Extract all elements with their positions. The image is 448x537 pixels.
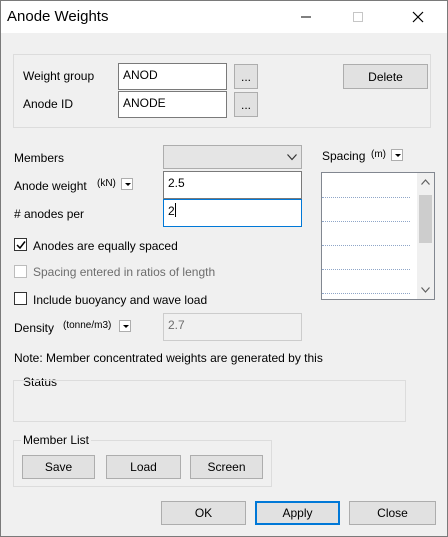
checkmark-icon	[16, 241, 26, 250]
members-label: Members	[14, 151, 65, 165]
chevron-up-icon[interactable]	[421, 179, 430, 185]
chevron-down-icon[interactable]	[421, 287, 430, 293]
buoyancy-checkbox[interactable]	[14, 292, 27, 305]
anode-weight-input[interactable]: 2.5	[163, 171, 302, 199]
anode-weight-unit-dropdown[interactable]	[121, 178, 133, 190]
member-list-label: Member List	[21, 433, 92, 447]
list-item[interactable]	[322, 269, 410, 294]
spacing-unit: (m)	[371, 149, 386, 160]
density-unit: (tonne/m3)	[63, 320, 112, 331]
list-item[interactable]	[322, 221, 410, 246]
density-unit-dropdown[interactable]	[119, 320, 131, 332]
note-text: Note: Member concentrated weights are ge…	[14, 351, 323, 365]
maximize-icon	[353, 12, 363, 22]
buoyancy-label[interactable]: Include buoyancy and wave load	[33, 293, 207, 307]
spacing-label: Spacing	[322, 149, 366, 163]
scroll-thumb[interactable]	[419, 195, 432, 243]
list-item[interactable]	[322, 245, 410, 270]
anode-weight-unit: (kN)	[97, 178, 116, 189]
close-window-button[interactable]	[395, 1, 441, 33]
text-cursor	[174, 203, 176, 217]
anodes-per-label: # anodes per	[14, 207, 85, 221]
anode-id-browse-button[interactable]: ...	[234, 92, 258, 117]
title-bar: Anode Weights	[1, 1, 447, 33]
anode-id-label: Anode ID	[23, 97, 74, 111]
weight-group-input[interactable]: ANOD	[118, 63, 227, 90]
spacing-ratios-label: Spacing entered in ratios of length	[33, 265, 216, 279]
members-dropdown[interactable]	[163, 145, 302, 169]
apply-button[interactable]: Apply	[255, 501, 340, 525]
status-box	[13, 380, 406, 422]
minimize-icon	[301, 16, 311, 18]
anodes-per-input[interactable]: 2	[163, 199, 302, 227]
equally-spaced-checkbox[interactable]	[14, 238, 27, 251]
close-icon	[412, 11, 424, 23]
equally-spaced-label[interactable]: Anodes are equally spaced	[33, 239, 178, 253]
density-label: Density	[14, 321, 55, 335]
dialog-title: Anode Weights	[7, 8, 109, 25]
member-list-screen-button[interactable]: Screen	[190, 455, 263, 479]
weight-group-label: Weight group	[23, 69, 95, 83]
spacing-unit-dropdown[interactable]	[391, 149, 403, 161]
list-item[interactable]	[322, 173, 410, 198]
member-list-save-button[interactable]: Save	[22, 455, 95, 479]
anode-weights-dialog: Anode Weights Weight group ANOD ... Anod…	[0, 0, 448, 537]
density-input: 2.7	[163, 313, 302, 341]
anodes-per-value: 2	[168, 204, 175, 218]
delete-button[interactable]: Delete	[343, 64, 428, 89]
spacing-list-scrollbar[interactable]	[417, 173, 434, 299]
chevron-down-icon	[287, 154, 297, 161]
anode-weight-label: Anode weight	[14, 179, 87, 193]
close-button[interactable]: Close	[349, 501, 436, 525]
ok-button[interactable]: OK	[161, 501, 246, 525]
member-list-load-button[interactable]: Load	[106, 455, 181, 479]
spacing-ratios-checkbox	[14, 265, 27, 278]
weight-group-browse-button[interactable]: ...	[234, 64, 258, 89]
maximize-button[interactable]	[335, 1, 381, 33]
anode-id-input[interactable]: ANODE	[118, 91, 227, 118]
list-item[interactable]	[322, 197, 410, 222]
spacing-list[interactable]	[321, 172, 435, 300]
minimize-button[interactable]	[283, 1, 329, 33]
